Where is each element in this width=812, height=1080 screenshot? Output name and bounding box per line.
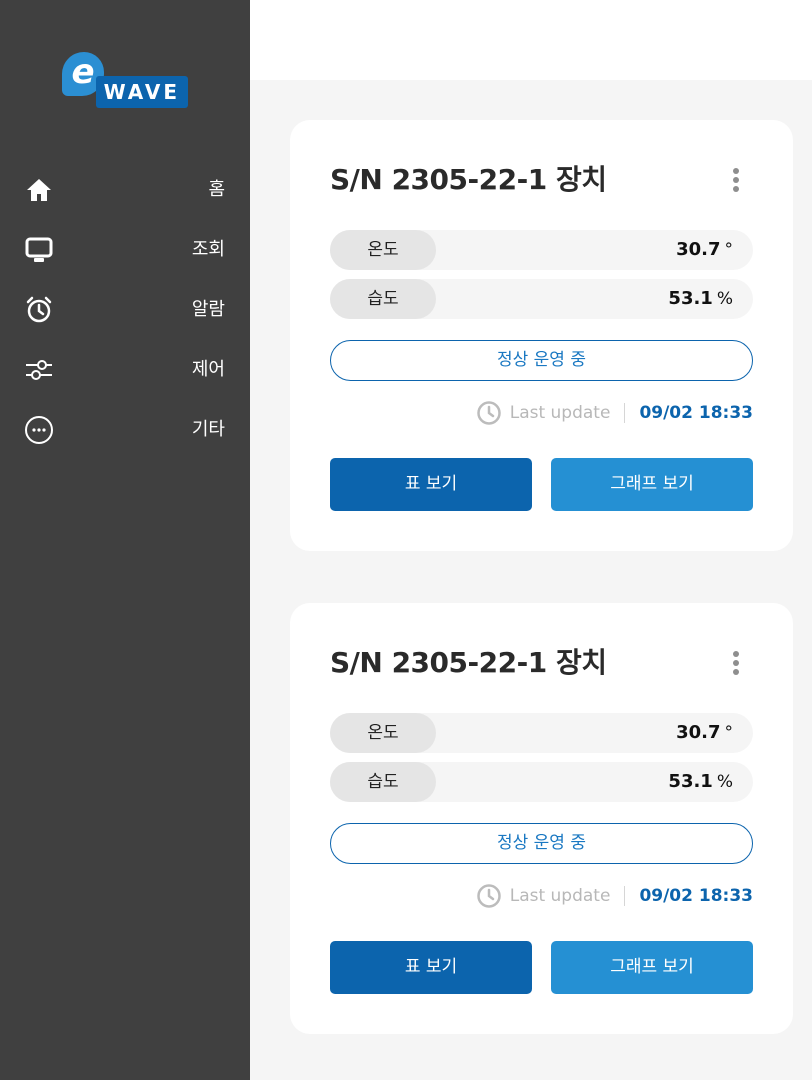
sidebar-item-etc[interactable]: 기타	[0, 405, 250, 455]
device-title: S/N 2305-22-1 장치	[330, 646, 607, 679]
last-update: Last update 09/02 18:33	[476, 398, 753, 428]
sidebar-item-label: 기타	[191, 419, 225, 440]
status-badge[interactable]: 정상 운영 중	[330, 340, 753, 381]
last-update-time: 09/02 18:33	[639, 403, 753, 423]
device-title: S/N 2305-22-1 장치	[330, 163, 607, 196]
monitor-icon	[25, 237, 53, 262]
last-update-time: 09/02 18:33	[639, 886, 753, 906]
temperature-value: 30.7 °	[676, 239, 733, 260]
temperature-row: 온도 30.7 °	[330, 230, 753, 270]
humidity-row: 습도 53.1%	[330, 762, 753, 802]
temperature-label: 온도	[330, 230, 436, 270]
top-bar	[250, 0, 812, 80]
device-card: S/N 2305-22-1 장치 온도 30.7 ° 습도 53.1% 정상 운영…	[290, 120, 793, 551]
humidity-label: 습도	[330, 762, 436, 802]
status-badge[interactable]: 정상 운영 중	[330, 823, 753, 864]
table-view-button[interactable]: 표 보기	[330, 458, 532, 511]
temperature-row: 온도 30.7 °	[330, 713, 753, 753]
sidebar-item-label: 제어	[191, 359, 225, 380]
temperature-label: 온도	[330, 713, 436, 753]
device-card: S/N 2305-22-1 장치 온도 30.7 ° 습도 53.1% 정상 운영…	[290, 603, 793, 1034]
humidity-value: 53.1%	[668, 288, 733, 309]
graph-view-button[interactable]: 그래프 보기	[551, 458, 753, 511]
clock-icon	[476, 884, 501, 908]
home-icon	[27, 179, 51, 201]
graph-view-button[interactable]: 그래프 보기	[551, 941, 753, 994]
logo-wave-text: WAVE	[96, 76, 188, 108]
ewave-logo[interactable]: e WAVE	[62, 52, 190, 110]
sidebar-item-lookup[interactable]: 조회	[0, 225, 250, 275]
humidity-label: 습도	[330, 279, 436, 319]
humidity-value: 53.1%	[668, 771, 733, 792]
temperature-value: 30.7 °	[676, 722, 733, 743]
sidebar: e WAVE 홈 조회 알람 제어 기타	[0, 0, 250, 1080]
last-update: Last update 09/02 18:33	[476, 881, 753, 911]
alarm-clock-icon	[26, 296, 52, 323]
sidebar-item-home[interactable]: 홈	[0, 165, 250, 215]
sidebar-item-label: 조회	[191, 239, 225, 260]
table-view-button[interactable]: 표 보기	[330, 941, 532, 994]
sidebar-item-control[interactable]: 제어	[0, 345, 250, 395]
sidebar-item-label: 알람	[191, 299, 225, 320]
sidebar-item-alarm[interactable]: 알람	[0, 285, 250, 335]
divider	[624, 403, 626, 423]
last-update-label: Last update	[509, 403, 611, 423]
more-options-icon[interactable]	[725, 166, 747, 194]
sliders-icon	[26, 360, 52, 380]
more-options-icon[interactable]	[725, 649, 747, 677]
divider	[624, 886, 626, 906]
clock-icon	[476, 401, 501, 425]
sidebar-item-label: 홈	[208, 179, 225, 200]
humidity-row: 습도 53.1%	[330, 279, 753, 319]
last-update-label: Last update	[509, 886, 611, 906]
more-circle-icon	[25, 416, 53, 444]
